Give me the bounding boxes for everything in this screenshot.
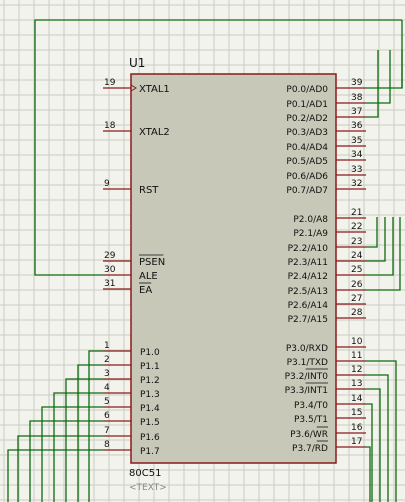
pin-number: 37 — [351, 107, 362, 117]
pin-label: P0.5/AD5 — [286, 157, 328, 167]
pin-number: 9 — [104, 179, 110, 189]
pin-label: P0.3/AD3 — [286, 128, 328, 138]
pin-label: XTAL2 — [139, 127, 170, 138]
pin-label: P2.1/A9 — [293, 229, 328, 239]
pin-label: P3.3/INT1 — [285, 386, 328, 396]
pin-number: 38 — [351, 93, 363, 103]
pin-number: 24 — [351, 251, 363, 261]
component-part-name[interactable]: 80C51 — [129, 468, 161, 479]
pin-label: P3.7/RD — [292, 444, 328, 454]
pin-number: 13 — [351, 379, 362, 389]
pin-label: P3.5/T1 — [294, 415, 328, 425]
pin-label: P1.1 — [140, 362, 160, 372]
pin-label: P2.7/A15 — [288, 315, 328, 325]
pin-label: P0.1/AD1 — [286, 100, 328, 110]
component-reference[interactable]: U1 — [129, 56, 145, 70]
pin-label: P0.0/AD0 — [286, 85, 328, 95]
pin-number: 18 — [104, 121, 116, 131]
pin-label: P3.0/RXD — [286, 344, 328, 354]
pin-label: P2.0/A8 — [293, 215, 328, 225]
pin-label: P2.5/A13 — [288, 287, 328, 297]
component-text-placeholder[interactable]: <TEXT> — [129, 483, 167, 493]
pin-number: 15 — [351, 408, 362, 418]
pin-number: 7 — [104, 426, 110, 436]
pin-label: P1.7 — [140, 447, 160, 457]
pin-number: 11 — [351, 351, 362, 361]
pin-label: P0.2/AD2 — [286, 114, 328, 124]
pin-label: P3.1/TXD — [287, 358, 328, 368]
pin-number: 30 — [104, 265, 116, 275]
pin-number: 32 — [351, 179, 362, 189]
pin-label: P1.5 — [140, 418, 160, 428]
pin-number: 27 — [351, 294, 362, 304]
pin-label: P2.4/A12 — [288, 272, 328, 282]
pin-number: 19 — [104, 78, 116, 88]
chip-80c51[interactable]: 19 XTAL1 18 XTAL2 9 RST 29 PSEN 30 ALE 31 EA 1 P1.0 2 P… — [103, 73, 366, 464]
pin-number: 12 — [351, 365, 362, 375]
pin-number: 29 — [104, 251, 116, 261]
pin-label: RST — [139, 185, 159, 196]
pin-label: P2.2/A10 — [288, 244, 329, 254]
pin-label: P3.4/T0 — [294, 401, 328, 411]
pin-number: 6 — [104, 411, 110, 421]
pin-number: 36 — [351, 121, 363, 131]
pin-label: P3.6/WR — [290, 430, 328, 440]
pin-number: 39 — [351, 78, 363, 88]
pin-label: ALE — [139, 271, 158, 282]
pin-label: P1.2 — [140, 376, 160, 386]
pin-number: 8 — [104, 440, 110, 450]
pin-number: 34 — [351, 150, 363, 160]
pin-number: 2 — [104, 355, 110, 365]
pin-label: PSEN — [139, 257, 165, 268]
pin-number: 1 — [104, 341, 110, 351]
pin-number: 31 — [104, 279, 115, 289]
pin-number: 23 — [351, 237, 362, 247]
pin-number: 35 — [351, 136, 362, 146]
pin-number: 17 — [351, 437, 362, 447]
pin-label: P0.4/AD4 — [286, 143, 328, 153]
pin-label: P3.2/INT0 — [285, 372, 329, 382]
pin-number: 14 — [351, 394, 363, 404]
pin-number: 10 — [351, 337, 363, 347]
pin-number: 21 — [351, 208, 362, 218]
pin-number: 3 — [104, 369, 110, 379]
pin-number: 16 — [351, 423, 363, 433]
pin-number: 33 — [351, 165, 362, 175]
pin-label: P2.3/A11 — [288, 258, 328, 268]
pin-number: 22 — [351, 222, 362, 232]
pin-number: 28 — [351, 308, 363, 318]
schematic-canvas[interactable]: 19 XTAL1 18 XTAL2 9 RST 29 PSEN 30 ALE 31 EA 1 P1.0 2 P… — [0, 0, 405, 502]
pin-label: P1.6 — [140, 433, 160, 443]
pin-label: P1.4 — [140, 404, 160, 414]
pin-number: 4 — [104, 383, 110, 393]
pin-label: P0.6/AD6 — [286, 172, 328, 182]
pin-number: 26 — [351, 280, 363, 290]
pin-label: P1.3 — [140, 390, 160, 400]
pin-number: 5 — [104, 397, 110, 407]
pin-label: P2.6/A14 — [288, 301, 329, 311]
pin-label: EA — [139, 285, 152, 296]
pin-number: 25 — [351, 265, 362, 275]
pin-label: P0.7/AD7 — [286, 186, 328, 196]
pin-label: XTAL1 — [139, 84, 170, 95]
pin-label: P1.0 — [140, 348, 160, 358]
